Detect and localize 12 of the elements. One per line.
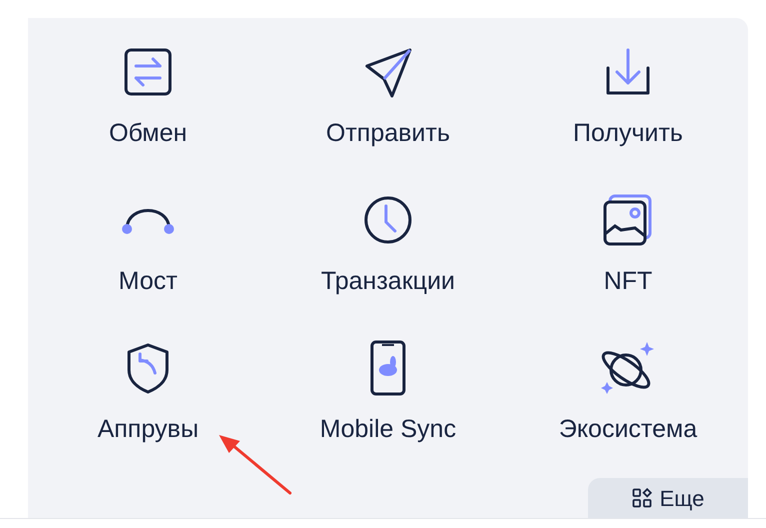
grid-icon (632, 488, 652, 508)
action-button[interactable]: Получить (573, 44, 683, 148)
action-button[interactable]: Экосистема (558, 340, 698, 444)
action-button[interactable]: NFT (600, 192, 656, 296)
action-button[interactable]: Транзакции (320, 192, 456, 296)
action-button[interactable]: Обмен (108, 44, 188, 148)
action-button[interactable]: Мост (118, 192, 178, 296)
planet-icon (600, 340, 656, 396)
more-button[interactable]: Еще (588, 478, 748, 518)
action-button[interactable]: Аппрувы (97, 340, 199, 444)
action-button[interactable]: Mobile Sync (320, 340, 456, 444)
action-button[interactable]: Отправить (326, 44, 450, 148)
